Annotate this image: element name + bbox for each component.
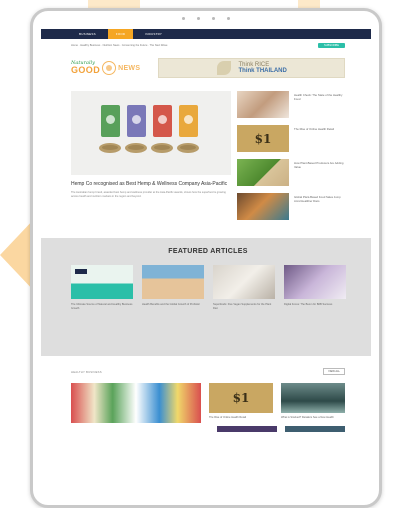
view-all-button[interactable]: VIEW ALL bbox=[323, 368, 345, 375]
featured-card[interactable]: The Ultimate Source of Natural and Healt… bbox=[71, 265, 133, 311]
site-logo[interactable]: Naturally GOOD NEWS bbox=[71, 61, 158, 75]
advert-line-2: Think THAILAND bbox=[238, 68, 287, 74]
website-screen: BUSINESS FOOD INDUSTRY Home · Healthy Bu… bbox=[41, 29, 371, 497]
article-title[interactable]: Health Benefits and the Global Growth of… bbox=[142, 303, 204, 307]
article-title[interactable]: The Ultimate Source of Natural and Healt… bbox=[71, 303, 133, 311]
seed-pile bbox=[99, 143, 121, 153]
article-title[interactable]: What is Stocked? Retailers See a New Hea… bbox=[281, 416, 345, 420]
bottom-card[interactable]: $1 The Rise of Online Health Retail bbox=[209, 383, 273, 423]
healthy-business-section: HEALTHY BUSINESS VIEW ALL $1 The Rise of… bbox=[41, 356, 371, 432]
bottom-article-row: $1 The Rise of Online Health Retail What… bbox=[71, 383, 345, 423]
bottom-card[interactable]: What is Stocked? Retailers See a New Hea… bbox=[281, 383, 345, 423]
product-packet-red bbox=[153, 105, 172, 137]
article-thumbnail[interactable] bbox=[237, 159, 289, 186]
top-navigation: BUSINESS FOOD INDUSTRY bbox=[41, 29, 371, 39]
product-packet-purple bbox=[127, 105, 146, 137]
list-item[interactable]: How Plant-Based Producers Are Adding Val… bbox=[237, 159, 345, 186]
logo-news-text: NEWS bbox=[118, 64, 141, 72]
subscribe-button[interactable]: SUBSCRIBE bbox=[318, 42, 345, 48]
section-title: FEATURED ARTICLES bbox=[168, 248, 248, 255]
nav-item-food[interactable]: FOOD bbox=[107, 29, 134, 39]
article-title[interactable]: Global Plant-Based Food Sales Jump Amid … bbox=[294, 193, 345, 220]
article-title[interactable]: The Rise of Online Health Retail bbox=[294, 125, 334, 152]
product-packet-orange bbox=[179, 105, 198, 137]
product-packet-green bbox=[101, 105, 120, 137]
article-title[interactable]: Digital Focus: The Boom for B2B Success bbox=[284, 303, 346, 307]
article-title[interactable]: The Rise of Online Health Retail bbox=[209, 416, 273, 420]
tablet-mockup: BUSINESS FOOD INDUSTRY Home · Healthy Bu… bbox=[30, 8, 382, 508]
hero-article[interactable]: Hemp Co recognised as Best Hemp & Wellne… bbox=[71, 91, 231, 220]
article-thumbnail[interactable] bbox=[237, 91, 289, 118]
site-header: Naturally GOOD NEWS Think RICE Think THA… bbox=[41, 51, 371, 85]
sun-circle-icon bbox=[102, 61, 117, 75]
article-title[interactable]: How Plant-Based Producers Are Adding Val… bbox=[294, 159, 345, 186]
list-item[interactable]: $1 The Rise of Online Health Retail bbox=[237, 125, 345, 152]
featured-card[interactable]: Health Benefits and the Global Growth of… bbox=[142, 265, 204, 311]
hero-image[interactable] bbox=[71, 91, 231, 175]
article-thumbnail[interactable] bbox=[237, 193, 289, 220]
hero-excerpt: The Australian hemp brand, awarded best … bbox=[71, 191, 226, 199]
advert-text: Think RICE Think THAILAND bbox=[239, 62, 287, 74]
hero-section: Hemp Co recognised as Best Hemp & Wellne… bbox=[41, 85, 371, 220]
tablet-sensors bbox=[33, 17, 379, 20]
article-title[interactable]: Health Check: The State of the Healthy F… bbox=[294, 91, 345, 118]
article-thumbnail[interactable] bbox=[142, 265, 204, 299]
article-title[interactable]: Superfoods: Five Vegan Supplements for t… bbox=[213, 303, 275, 311]
featured-card[interactable]: Superfoods: Five Vegan Supplements for t… bbox=[213, 265, 275, 311]
side-article-list: Health Check: The State of the Healthy F… bbox=[237, 91, 345, 220]
article-thumbnail[interactable] bbox=[71, 265, 133, 299]
nav-item-industry[interactable]: INDUSTRY bbox=[137, 29, 170, 39]
featured-articles-section: FEATURED ARTICLES The Ultimate Source of… bbox=[41, 238, 371, 356]
list-item[interactable]: Health Check: The State of the Healthy F… bbox=[237, 91, 345, 118]
nav-item-business[interactable]: BUSINESS bbox=[71, 29, 104, 39]
article-thumbnail[interactable] bbox=[281, 383, 345, 413]
article-thumbnail[interactable]: $1 bbox=[209, 383, 273, 413]
page-background: BUSINESS FOOD INDUSTRY Home · Healthy Bu… bbox=[0, 0, 397, 508]
breadcrumb[interactable]: Home · Healthy Business · Nutrition News… bbox=[71, 44, 318, 47]
logo-wordmark: Naturally GOOD bbox=[71, 61, 100, 75]
article-thumbnail[interactable] bbox=[284, 265, 346, 299]
list-item[interactable]: Global Plant-Based Food Sales Jump Amid … bbox=[237, 193, 345, 220]
section-label: HEALTHY BUSINESS bbox=[71, 369, 102, 374]
featured-card[interactable]: Digital Focus: The Boom for B2B Success bbox=[284, 265, 346, 311]
section-header: HEALTHY BUSINESS VIEW ALL bbox=[71, 368, 345, 375]
article-thumbnail[interactable] bbox=[285, 426, 345, 432]
leaf-icon bbox=[216, 61, 231, 75]
breadcrumb-bar: Home · Healthy Business · Nutrition News… bbox=[41, 39, 371, 51]
article-thumbnail[interactable] bbox=[213, 265, 275, 299]
seed-pile bbox=[151, 143, 173, 153]
logo-big-text: GOOD bbox=[71, 65, 101, 75]
advert-banner[interactable]: Think RICE Think THAILAND bbox=[158, 58, 345, 78]
article-thumbnail[interactable] bbox=[217, 426, 277, 432]
article-thumbnail[interactable]: $1 bbox=[237, 125, 289, 152]
lead-article-image[interactable] bbox=[71, 383, 201, 423]
featured-grid: The Ultimate Source of Natural and Healt… bbox=[71, 265, 346, 311]
seed-pile bbox=[177, 143, 199, 153]
seed-pile bbox=[125, 143, 147, 153]
next-row-preview bbox=[71, 426, 345, 432]
hero-headline[interactable]: Hemp Co recognised as Best Hemp & Wellne… bbox=[71, 181, 231, 187]
